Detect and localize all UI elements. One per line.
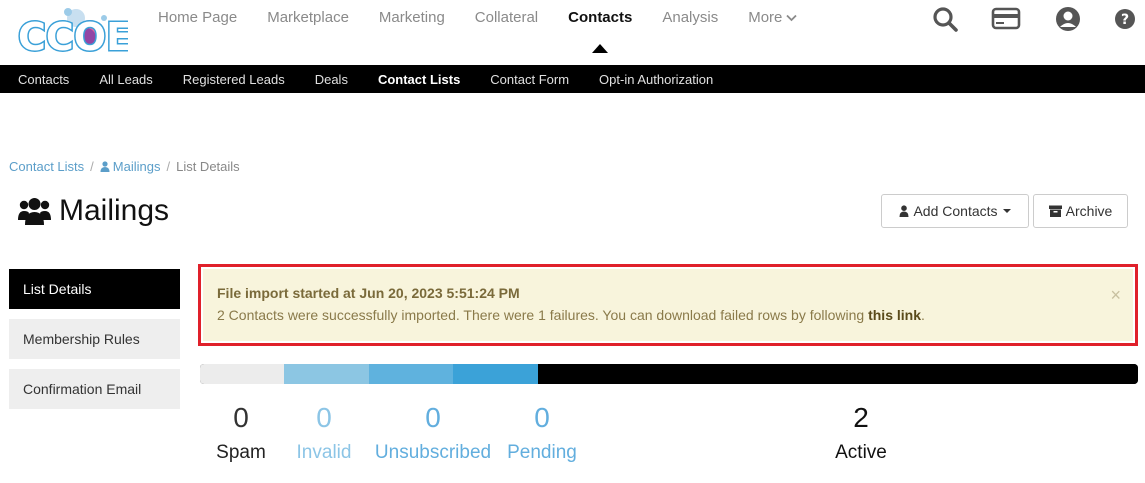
user-icon [899, 205, 909, 217]
side-item-membership-rules[interactable]: Membership Rules [9, 319, 180, 359]
active-caret-icon [592, 44, 609, 53]
user-circle-icon[interactable] [1054, 5, 1082, 33]
stat-invalid-label: Invalid [296, 442, 352, 463]
nav-collateral[interactable]: Collateral [475, 0, 538, 65]
svg-text:?: ? [1121, 12, 1129, 28]
nav-label: Analysis [662, 9, 719, 26]
status-progress-bar [200, 364, 1138, 384]
stat-active-label: Active [835, 442, 887, 463]
subnav-contact-form[interactable]: Contact Form [490, 72, 569, 87]
add-contacts-button[interactable]: Add Contacts [881, 194, 1029, 228]
nav-home-page[interactable]: Home Page [158, 0, 237, 65]
close-icon[interactable]: × [1110, 285, 1121, 306]
failed-rows-link[interactable]: this link [868, 307, 921, 323]
stat-spam: 0 Spam [205, 402, 277, 464]
stat-spam-value: 0 [233, 402, 249, 433]
nav-label: Collateral [474, 9, 539, 26]
stat-active-value: 2 [853, 402, 869, 433]
progress-segment-invalid [284, 364, 369, 384]
stat-pending-label: Pending [507, 442, 577, 463]
stat-unsubscribed-label: Unsubscribed [374, 442, 492, 463]
archive-icon [1048, 205, 1062, 217]
progress-segment-active [537, 364, 1138, 384]
nav-analysis[interactable]: Analysis [662, 0, 718, 65]
progress-segment-pending [453, 364, 538, 384]
stat-pending-value: 0 [534, 402, 550, 433]
side-item-confirmation-email[interactable]: Confirmation Email [9, 369, 180, 409]
breadcrumb-contact-lists[interactable]: Contact Lists [9, 159, 84, 174]
nav-label: Contacts [568, 9, 633, 26]
alert-body: 2 Contacts were successfully imported. T… [217, 307, 1119, 323]
svg-text:CCOE: CCOE [18, 15, 128, 59]
top-navbar: CCOE Home Page Marketplace Marketing Col… [0, 0, 1145, 65]
nav-label: More [748, 9, 783, 26]
credit-card-icon[interactable] [991, 5, 1021, 33]
nav-marketplace[interactable]: Marketplace [267, 0, 349, 65]
user-icon [100, 161, 110, 172]
add-contacts-label: Add Contacts [913, 203, 998, 219]
archive-button[interactable]: Archive [1033, 194, 1128, 228]
nav-label: Home Page [158, 9, 238, 26]
search-icon[interactable] [931, 5, 959, 33]
stat-pending[interactable]: 0 Pending [502, 402, 582, 464]
subnav-deals[interactable]: Deals [315, 72, 348, 87]
breadcrumb-separator: / [90, 159, 94, 174]
ccoe-logo[interactable]: CCOE [16, 4, 128, 62]
breadcrumb-list-details: List Details [176, 159, 240, 174]
subnav-registered-leads[interactable]: Registered Leads [183, 72, 285, 87]
stat-invalid[interactable]: 0 Invalid [286, 402, 362, 464]
caret-down-icon [1002, 209, 1011, 213]
subnav-opt-in-authorization[interactable]: Opt-in Authorization [599, 72, 713, 87]
side-item-list-details[interactable]: List Details [9, 269, 180, 309]
progress-segment-spam [200, 364, 285, 384]
stat-unsubscribed-value: 0 [425, 402, 441, 433]
users-icon [18, 198, 51, 225]
breadcrumb-separator: / [166, 159, 171, 174]
breadcrumb-mailings-label: Mailings [112, 159, 161, 174]
main-nav: Home Page Marketplace Marketing Collater… [158, 0, 827, 65]
breadcrumb-mailings[interactable]: Mailings [100, 159, 161, 174]
alert-title: File import started at Jun 20, 2023 5:51… [217, 285, 520, 301]
stat-active[interactable]: 2 Active [822, 402, 900, 464]
alert-message: 2 Contacts were successfully imported. T… [217, 307, 869, 323]
subnav-contacts[interactable]: Contacts [18, 72, 69, 87]
chevron-down-icon [786, 14, 798, 22]
side-menu: List Details Membership Rules Confirmati… [9, 269, 180, 419]
page-title: Mailings [59, 194, 170, 227]
breadcrumb: Contact Lists / Mailings / List Details [9, 159, 240, 174]
progress-segment-unsubscribed [368, 364, 454, 384]
stat-spam-label: Spam [216, 442, 266, 463]
nav-marketing[interactable]: Marketing [379, 0, 445, 65]
subnav-all-leads[interactable]: All Leads [99, 72, 152, 87]
stat-unsubscribed[interactable]: 0 Unsubscribed [369, 402, 497, 464]
sub-nav: Contacts All Leads Registered Leads Deal… [0, 65, 1145, 93]
page-header: Mailings [18, 193, 169, 229]
nav-contacts[interactable]: Contacts [568, 0, 632, 65]
stat-invalid-value: 0 [316, 402, 332, 433]
subnav-contact-lists[interactable]: Contact Lists [378, 72, 460, 87]
alert-suffix: . [921, 307, 925, 323]
nav-label: Marketing [378, 9, 445, 26]
nav-more[interactable]: More [748, 0, 798, 65]
archive-label: Archive [1065, 203, 1113, 219]
nav-label: Marketplace [267, 9, 349, 26]
help-icon[interactable]: ? [1114, 5, 1136, 33]
import-alert: File import started at Jun 20, 2023 5:51… [203, 269, 1133, 341]
